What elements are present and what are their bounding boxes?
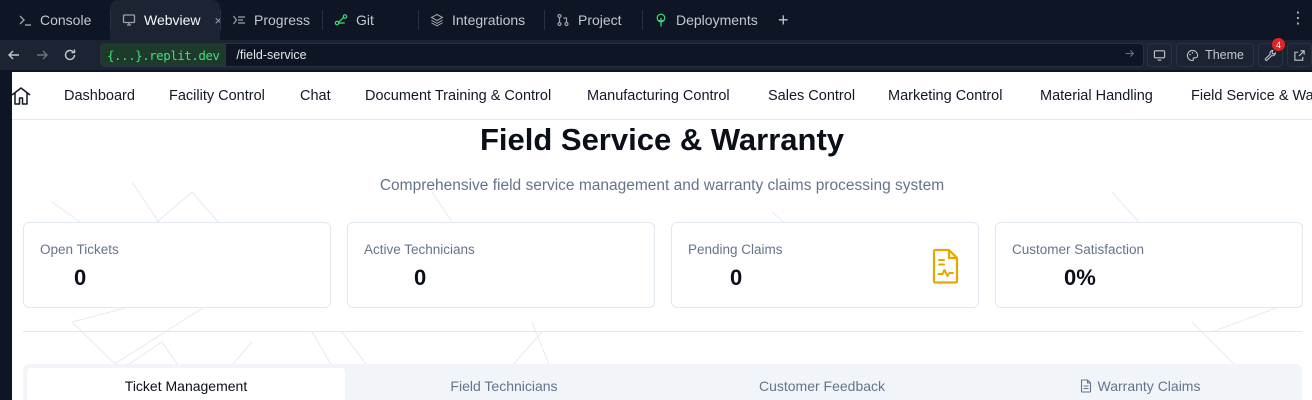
devtools-button[interactable]: 4 — [1258, 38, 1285, 67]
file-chart-icon — [932, 248, 959, 284]
kebab-menu-icon[interactable]: ⋮ — [1290, 11, 1306, 27]
monitor-icon — [122, 13, 136, 27]
page-subtitle: Comprehensive field service management a… — [379, 177, 945, 194]
stat-card-pending-claims: Pending Claims 0 — [671, 222, 979, 308]
theme-button[interactable]: Theme — [1176, 43, 1254, 67]
stat-card-customer-satisfaction: Customer Satisfaction 0% — [995, 222, 1303, 308]
terminal-icon — [18, 13, 32, 27]
tab-label: Webview — [144, 12, 201, 28]
url-path[interactable]: /field-service — [226, 48, 1124, 62]
tab-ticket-management[interactable]: Ticket Management — [27, 368, 345, 400]
tab-field-technicians[interactable]: Field Technicians — [345, 368, 663, 400]
tab-deployments[interactable]: Deployments — [642, 0, 768, 40]
arrow-left-icon — [8, 50, 19, 60]
nav-item-chat[interactable]: Chat — [300, 88, 331, 104]
go-arrow-icon[interactable] — [1124, 48, 1143, 62]
tab-git[interactable]: Git — [322, 0, 418, 40]
pull-request-icon — [556, 13, 570, 27]
tab-webview[interactable]: Webview × — [110, 0, 222, 40]
git-branch-icon — [334, 13, 348, 27]
stat-label: Open Tickets — [40, 242, 119, 257]
nav-item-sales-control[interactable]: Sales Control — [768, 88, 855, 104]
tab-warranty-claims[interactable]: Warranty Claims — [981, 368, 1299, 400]
nav-item-facility-control[interactable]: Facility Control — [169, 88, 265, 104]
stat-value: 0 — [414, 265, 427, 290]
nav-item-document-training[interactable]: Document Training & Control — [365, 88, 551, 104]
webview-toolbar: {...}.replit.dev /field-service Theme 4 — [0, 38, 1312, 70]
external-link-icon — [1294, 49, 1305, 61]
tab-progress[interactable]: Progress — [220, 0, 322, 40]
tab-label: Integrations — [452, 12, 526, 28]
theme-label: Theme — [1205, 48, 1244, 62]
back-button[interactable] — [0, 40, 28, 70]
tab-label: Git — [356, 12, 374, 28]
tab-label: Progress — [254, 12, 311, 28]
layers-icon — [430, 13, 444, 27]
add-tab-button[interactable]: + — [768, 0, 799, 40]
tab-label: Console — [40, 12, 92, 28]
tab-label: Field Technicians — [450, 378, 558, 394]
tab-customer-feedback[interactable]: Customer Feedback — [663, 368, 981, 400]
forward-button[interactable] — [28, 40, 56, 70]
stat-card-open-tickets: Open Tickets 0 — [23, 222, 331, 308]
stat-label: Customer Satisfaction — [1012, 242, 1145, 257]
refresh-icon — [64, 49, 76, 61]
stat-value: 0 — [730, 265, 743, 290]
nav-item-dashboard[interactable]: Dashboard — [64, 88, 135, 104]
stat-label: Pending Claims — [688, 242, 783, 257]
workspace-tab-bar: Console Webview × Progress Git Integrati… — [0, 0, 1312, 40]
monitor-icon — [1153, 49, 1166, 61]
notification-badge: 4 — [1272, 38, 1285, 51]
section-divider — [23, 331, 1302, 332]
tab-label: Project — [578, 12, 622, 28]
nav-item-field-service[interactable]: Field Service & Warranty — [1191, 88, 1312, 104]
file-icon — [1080, 379, 1091, 393]
stat-value: 0 — [74, 265, 87, 290]
webview-frame: Dashboard Facility Control Chat Document… — [12, 72, 1312, 400]
progress-icon — [232, 13, 246, 27]
nav-item-marketing-control[interactable]: Marketing Control — [888, 88, 1002, 104]
tab-label: Customer Feedback — [758, 378, 886, 394]
tab-label: Ticket Management — [124, 378, 248, 394]
nav-item-material-handling[interactable]: Material Handling — [1040, 88, 1153, 104]
tab-label: Deployments — [676, 12, 758, 28]
app-navigation: Dashboard Facility Control Chat Document… — [12, 72, 1312, 120]
tab-console[interactable]: Console — [0, 0, 110, 40]
tab-project[interactable]: Project — [544, 0, 642, 40]
url-actions: Theme 4 — [1147, 38, 1312, 67]
home-icon[interactable] — [12, 86, 32, 106]
url-input[interactable]: {...}.replit.dev /field-service — [100, 43, 1144, 67]
nav-item-manufacturing-control[interactable]: Manufacturing Control — [587, 88, 730, 104]
open-new-tab-button[interactable] — [1287, 43, 1312, 67]
tab-integrations[interactable]: Integrations — [418, 0, 544, 40]
page-title: Field Service & Warranty — [479, 122, 845, 157]
reload-button[interactable] — [56, 40, 84, 70]
deploy-tree-icon — [654, 13, 668, 27]
stat-value: 0% — [1064, 265, 1096, 290]
stat-card-active-technicians: Active Technicians 0 — [347, 222, 655, 308]
palette-icon — [1187, 49, 1199, 61]
tab-label: Warranty Claims — [1097, 378, 1201, 394]
content-tabs: Ticket Management Field Technicians Cust… — [23, 364, 1302, 400]
arrow-right-icon — [37, 50, 48, 60]
device-preview-button[interactable] — [1147, 43, 1173, 67]
url-host: {...}.replit.dev — [101, 44, 227, 66]
stat-label: Active Technicians — [364, 242, 475, 257]
